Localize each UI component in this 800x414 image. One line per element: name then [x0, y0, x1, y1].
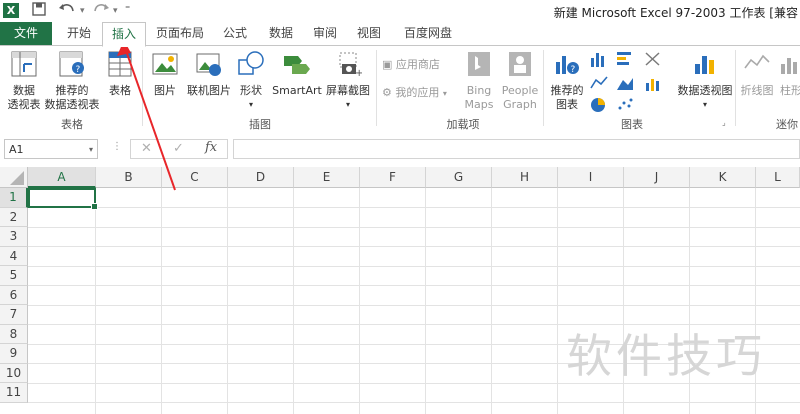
tab-insert[interactable]: 插入 — [102, 22, 146, 47]
annotation-arrow-icon — [117, 40, 176, 191]
